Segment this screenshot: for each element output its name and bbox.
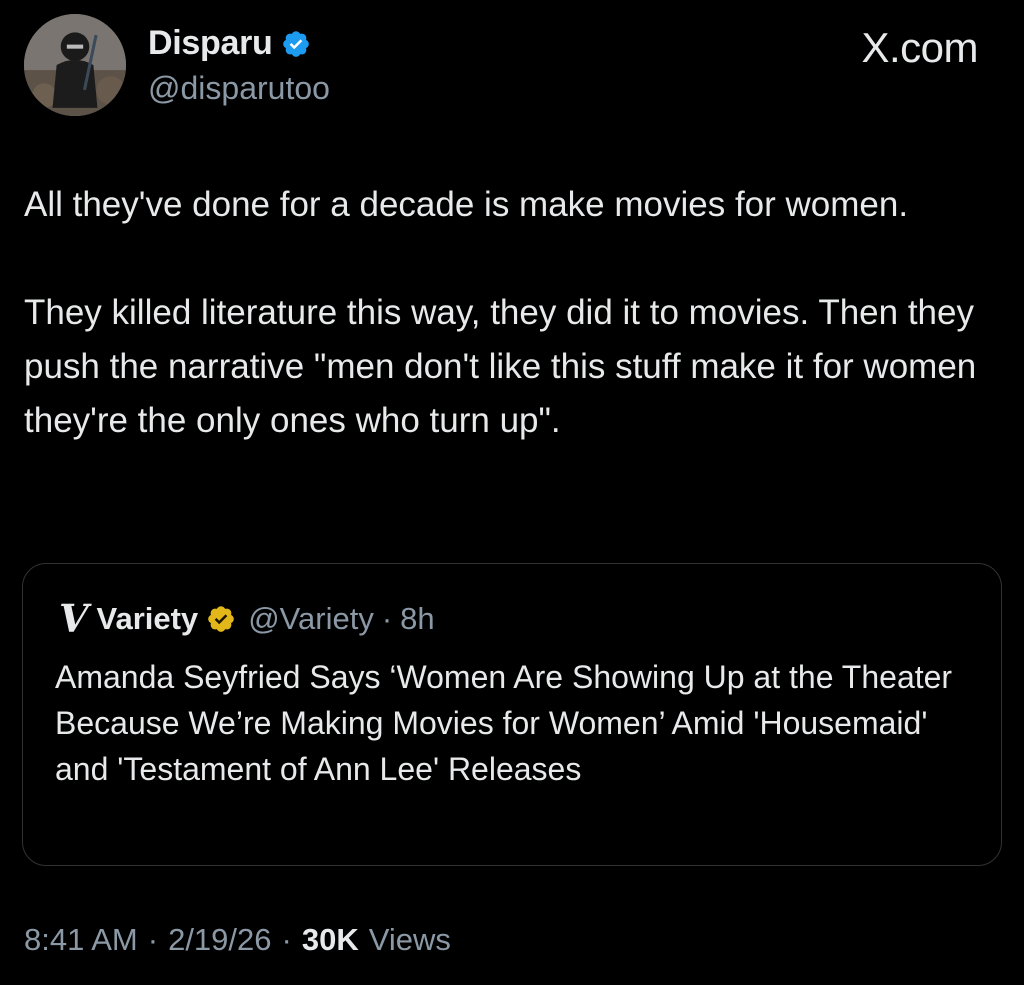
- tweet-meta: 8:41 AM · 2/19/26 · 30K Views: [24, 922, 451, 958]
- brand-watermark: X.com: [861, 24, 978, 71]
- tweet-paragraph: They killed literature this way, they di…: [24, 293, 977, 440]
- quoted-author-name[interactable]: Variety: [96, 601, 198, 637]
- quoted-timestamp[interactable]: 8h: [400, 601, 434, 637]
- separator-dot: ·: [147, 922, 159, 957]
- gold-verified-badge-icon: [208, 606, 234, 632]
- tweet-time[interactable]: 8:41 AM: [24, 922, 138, 958]
- author-handle[interactable]: @disparutoo: [148, 70, 330, 107]
- separator-dot: ·: [381, 601, 393, 636]
- views-count[interactable]: 30K: [302, 922, 359, 958]
- avatar[interactable]: [24, 14, 126, 116]
- tweet-paragraph: All they've done for a decade is make mo…: [24, 185, 909, 224]
- quoted-tweet-header: V Variety @Variety · 8h: [59, 600, 435, 638]
- separator-dot: ·: [281, 922, 292, 957]
- author-name[interactable]: Disparu: [148, 24, 273, 63]
- tweet-text: All they've done for a decade is make mo…: [24, 178, 999, 448]
- verified-badge-icon: [282, 30, 309, 57]
- author-name-row: Disparu: [148, 24, 311, 63]
- avatar-image: [24, 14, 126, 116]
- variety-logo: V: [59, 596, 89, 641]
- quoted-tweet-card[interactable]: V Variety @Variety · 8h Amanda Seyfried …: [22, 563, 1002, 866]
- tweet-date[interactable]: 2/19/26: [168, 922, 271, 958]
- views-label: Views: [368, 922, 451, 957]
- quoted-tweet-text: Amanda Seyfried Says ‘Women Are Showing …: [55, 659, 953, 787]
- quoted-author-handle[interactable]: @Variety: [248, 601, 374, 637]
